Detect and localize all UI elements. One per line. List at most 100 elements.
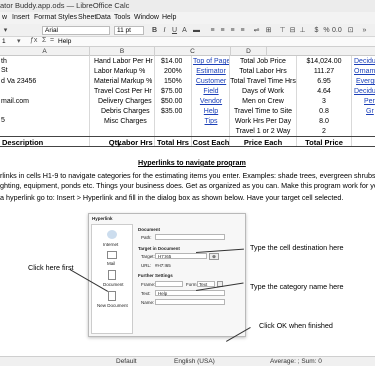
bold-icon[interactable]: B	[150, 26, 159, 35]
menu-window[interactable]: Window	[134, 14, 159, 21]
font-color-icon[interactable]: A	[180, 26, 189, 35]
italic-icon[interactable]: I	[160, 26, 169, 35]
category-link[interactable]: Decidu	[354, 57, 375, 66]
justify-icon[interactable]: ≡	[238, 26, 247, 35]
category-link[interactable]: Orname	[354, 67, 375, 76]
wrap-text-icon[interactable]: ⇌	[252, 26, 261, 35]
labor-value[interactable]: 150%	[164, 77, 182, 86]
menu-insert[interactable]: Insert	[12, 14, 30, 21]
category-link[interactable]: Evergr	[356, 77, 375, 86]
align-center-icon[interactable]: ≡	[218, 26, 227, 35]
job-label[interactable]: Work Hrs Per Day	[230, 117, 296, 126]
job-value[interactable]: 111.27	[297, 67, 351, 76]
col-d[interactable]: D	[231, 47, 267, 56]
highlight-icon[interactable]: ▬	[192, 26, 201, 35]
menu-data[interactable]: Data	[96, 14, 111, 21]
valign-center-icon[interactable]: ⊟	[288, 26, 297, 35]
percent-icon[interactable]: %	[322, 26, 331, 35]
labor-value[interactable]: $50.00	[161, 97, 182, 106]
job-value[interactable]: 3	[297, 97, 351, 106]
labor-label[interactable]: Misc Charges	[104, 117, 147, 126]
font-name-box[interactable]: Arial	[42, 26, 110, 35]
job-value[interactable]: 4.64	[297, 87, 351, 96]
target-field[interactable]: H7:I65	[155, 253, 207, 259]
email-cell[interactable]: mail.com	[1, 97, 29, 106]
phone-cell[interactable]: 5	[1, 116, 5, 125]
category-link[interactable]: Decidu	[354, 87, 375, 96]
header-labor-hrs[interactable]: Labor Hrs	[115, 138, 155, 147]
form-select[interactable]: Text	[197, 281, 215, 287]
labor-value[interactable]: $35.00	[161, 107, 182, 116]
link-help[interactable]: Help	[193, 107, 229, 116]
merge-cells-icon[interactable]: ⊞	[264, 26, 273, 35]
selection-summary[interactable]: Average: ; Sum: 0	[270, 358, 322, 365]
sidebar-mail[interactable]: Mail	[107, 261, 115, 266]
header-total-price[interactable]: Total Price	[297, 138, 351, 147]
job-value[interactable]: 2	[297, 127, 351, 136]
name-field[interactable]	[155, 299, 225, 305]
sidebar-new-document[interactable]: New Document	[97, 303, 128, 308]
page-style[interactable]: Default	[116, 358, 137, 365]
align-left-icon[interactable]: ≡	[208, 26, 217, 35]
link-tips[interactable]: Tips	[193, 117, 229, 126]
formula-equals-icon[interactable]: =	[50, 37, 54, 44]
col-a[interactable]: A	[0, 47, 90, 56]
font-size-box[interactable]: 11 pt	[114, 26, 144, 35]
menu-format[interactable]: Format	[34, 14, 56, 21]
formula-input[interactable]: Help	[58, 38, 71, 45]
col-b[interactable]: B	[90, 47, 155, 56]
name-box[interactable]: 1	[2, 38, 6, 45]
link-customer[interactable]: Customer	[193, 77, 229, 86]
labor-label[interactable]: Labor Markup %	[94, 67, 145, 76]
currency-icon[interactable]: $	[312, 26, 321, 35]
job-label[interactable]: Total Labor Hrs	[230, 67, 296, 76]
borders-icon[interactable]: ⊡	[346, 26, 355, 35]
menu-sheet[interactable]: Sheet	[78, 14, 96, 21]
sidebar-internet[interactable]: Internet	[103, 242, 118, 247]
target-picker-icon[interactable]: ⊕	[209, 253, 219, 260]
link-top-of-page[interactable]: Top of Page	[193, 57, 229, 66]
labor-label[interactable]: Delivery Charges	[98, 97, 152, 106]
col-c[interactable]: C	[155, 47, 231, 56]
align-right-icon[interactable]: ≡	[228, 26, 237, 35]
menu-view[interactable]: w	[2, 14, 7, 21]
header-total-hrs[interactable]: Total Hrs	[154, 138, 192, 147]
path-field[interactable]	[155, 234, 225, 240]
valign-bottom-icon[interactable]: ⊥	[298, 26, 307, 35]
sidebar-document[interactable]: Document	[103, 282, 124, 287]
header-cost-each[interactable]: Cost Each	[192, 138, 230, 147]
number-format-icon[interactable]: 0.0	[332, 26, 342, 35]
job-label[interactable]: Travel 1 or 2 Way	[230, 127, 296, 136]
address-line[interactable]: d Va 23456	[1, 77, 36, 86]
labor-value[interactable]: $75.00	[161, 87, 182, 96]
job-label[interactable]: Total Travel Time Hrs	[230, 77, 296, 86]
menu-tools[interactable]: Tools	[114, 14, 130, 21]
job-value[interactable]: $14,024.00	[297, 57, 351, 66]
labor-label[interactable]: Hand Labor Per Hr	[94, 57, 153, 66]
job-label[interactable]: Days of Work	[230, 87, 296, 96]
job-value[interactable]: 6.95	[297, 77, 351, 86]
underline-icon[interactable]: U	[170, 26, 179, 35]
function-wizard-icon[interactable]: ƒx	[30, 37, 37, 44]
menu-styles[interactable]: Styles	[58, 14, 77, 21]
more-options-icon[interactable]: »	[360, 26, 369, 35]
header-price-each[interactable]: Price Each	[230, 138, 296, 147]
category-link[interactable]: Gr	[366, 107, 374, 116]
job-label[interactable]: Men on Crew	[230, 97, 296, 106]
address-line[interactable]: St	[1, 66, 8, 75]
language-indicator[interactable]: English (USA)	[174, 358, 215, 365]
link-estimator[interactable]: Estimator	[193, 67, 229, 76]
link-field[interactable]: Field	[193, 87, 229, 96]
address-line[interactable]: th	[1, 57, 7, 66]
dropdown-icon[interactable]: ▾	[17, 37, 21, 45]
valign-top-icon[interactable]: ⊤	[278, 26, 287, 35]
labor-label[interactable]: Travel Cost Per Hr	[94, 87, 152, 96]
link-vendor[interactable]: Vendor	[193, 97, 229, 106]
labor-value[interactable]: 200%	[164, 67, 182, 76]
job-value[interactable]: 8.0	[297, 117, 351, 126]
category-link[interactable]: Per	[364, 97, 375, 106]
text-field[interactable]: Help	[155, 290, 225, 296]
job-value[interactable]: 0.8	[297, 107, 351, 116]
sum-icon[interactable]: Σ	[42, 37, 46, 44]
job-label[interactable]: Travel Time to Site	[230, 107, 296, 116]
